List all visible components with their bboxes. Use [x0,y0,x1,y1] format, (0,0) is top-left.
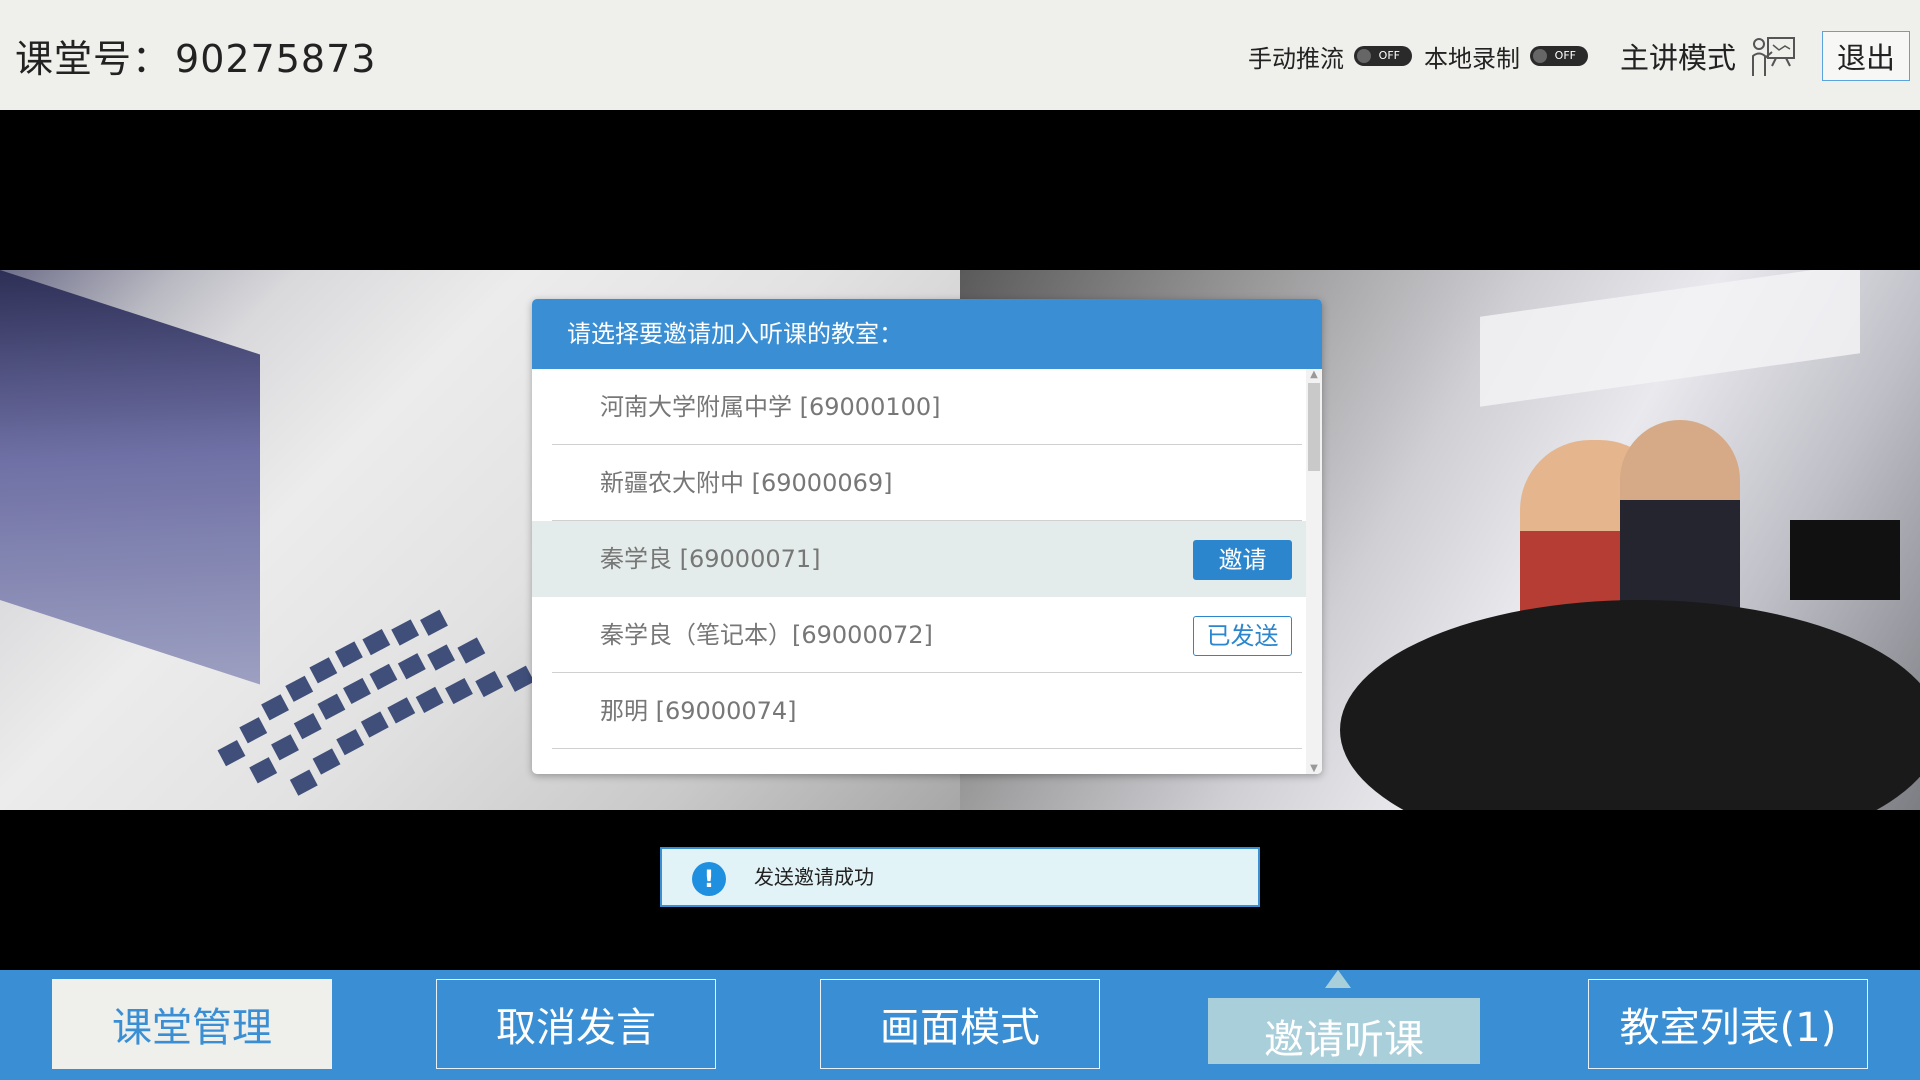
room-row[interactable]: 新疆农大附中 [69000069] [552,445,1302,521]
scroll-up-icon[interactable]: ▲ [1306,369,1322,380]
presenter-mode-label: 主讲模式 [1619,41,1736,75]
local-record-label: 本地录制 [1423,44,1520,73]
room-number: 90275873 [175,37,377,81]
room-row[interactable]: 秦学良（笔记本）[69000072] 已发送 [552,597,1302,673]
bottom-bar: 课堂管理 取消发言 画面模式 邀请听课 教室列表(1) [0,970,1920,1080]
manual-push-toggle[interactable]: OFF [1353,46,1412,66]
top-bar: 课堂号： 90275873 手动推流 OFF 本地录制 OFF 主讲模式 退出 [0,0,1920,110]
room-name: 新疆农大附中 [69000069] [600,469,893,497]
room-name: 秦学良 [69000071] [600,545,821,573]
room-row-selected[interactable]: 秦学良 [69000071] 邀请 [532,521,1322,597]
toast-message: 发送邀请成功 [754,865,874,889]
scrollbar-thumb[interactable] [1308,383,1320,471]
classroom-list-button[interactable]: 教室列表(1) [1588,979,1868,1069]
room-name: 河南大学附属中学 [69000100] [600,393,941,421]
room-name: 秦学良（笔记本）[69000072] [600,621,933,649]
chair-decor [1340,600,1920,810]
caret-up-icon [1325,970,1351,988]
list-scrollbar[interactable]: ▲ ▼ [1306,369,1322,774]
invite-button[interactable]: 邀请 [1193,540,1292,580]
sent-button[interactable]: 已发送 [1193,616,1292,656]
room-list: 河南大学附属中学 [69000100] 新疆农大附中 [69000069] 秦学… [532,369,1322,774]
invite-dialog: 请选择要邀请加入听课的教室： 河南大学附属中学 [69000100] 新疆农大附… [532,299,1322,774]
room-label: 课堂号： [15,37,172,81]
presenter-icon[interactable] [1750,34,1796,78]
manual-push-label: 手动推流 [1247,44,1344,73]
invite-audit-button[interactable]: 邀请听课 [1208,998,1480,1064]
scroll-down-icon[interactable]: ▼ [1306,763,1322,774]
exit-button[interactable]: 退出 [1822,31,1910,81]
cancel-speak-button[interactable]: 取消发言 [436,979,716,1069]
room-row[interactable]: 那明 [69000074] [552,673,1302,749]
top-controls: 手动推流 OFF 本地录制 OFF 主讲模式 退出 [1248,28,1910,84]
room-row[interactable]: 河南大学附属中学 [69000100] [552,369,1302,445]
local-record-toggle[interactable]: OFF [1529,46,1588,66]
room-name: 那明 [69000074] [600,697,797,725]
info-icon: ! [692,862,726,896]
whiteboard-decor [1480,270,1860,407]
class-management-button[interactable]: 课堂管理 [52,979,332,1069]
room-title: 课堂号： 90275873 [15,28,376,83]
monitor-decor [1790,520,1900,600]
screen-mode-button[interactable]: 画面模式 [820,979,1100,1069]
dialog-title: 请选择要邀请加入听课的教室： [532,299,1322,369]
success-toast: ! 发送邀请成功 [660,847,1260,907]
